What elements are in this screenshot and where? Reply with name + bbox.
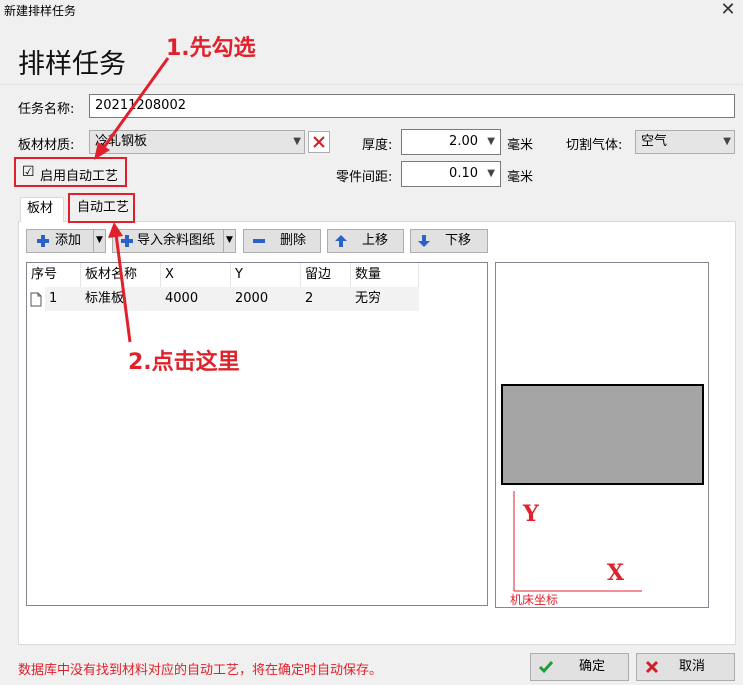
- arrow-head-icon: [108, 222, 123, 238]
- cancel-button[interactable]: 取消: [636, 653, 735, 681]
- annotation-arrows: [94, 57, 170, 343]
- cancel-button-label: 取消: [679, 659, 706, 674]
- ok-button-label: 确定: [579, 659, 606, 674]
- checkmark-icon: [538, 661, 554, 674]
- close-icon: [645, 660, 659, 674]
- ok-button[interactable]: 确定: [530, 653, 629, 681]
- footer-note: 数据库中没有找到材料对应的自动工艺，将在确定时自动保存。: [18, 663, 383, 678]
